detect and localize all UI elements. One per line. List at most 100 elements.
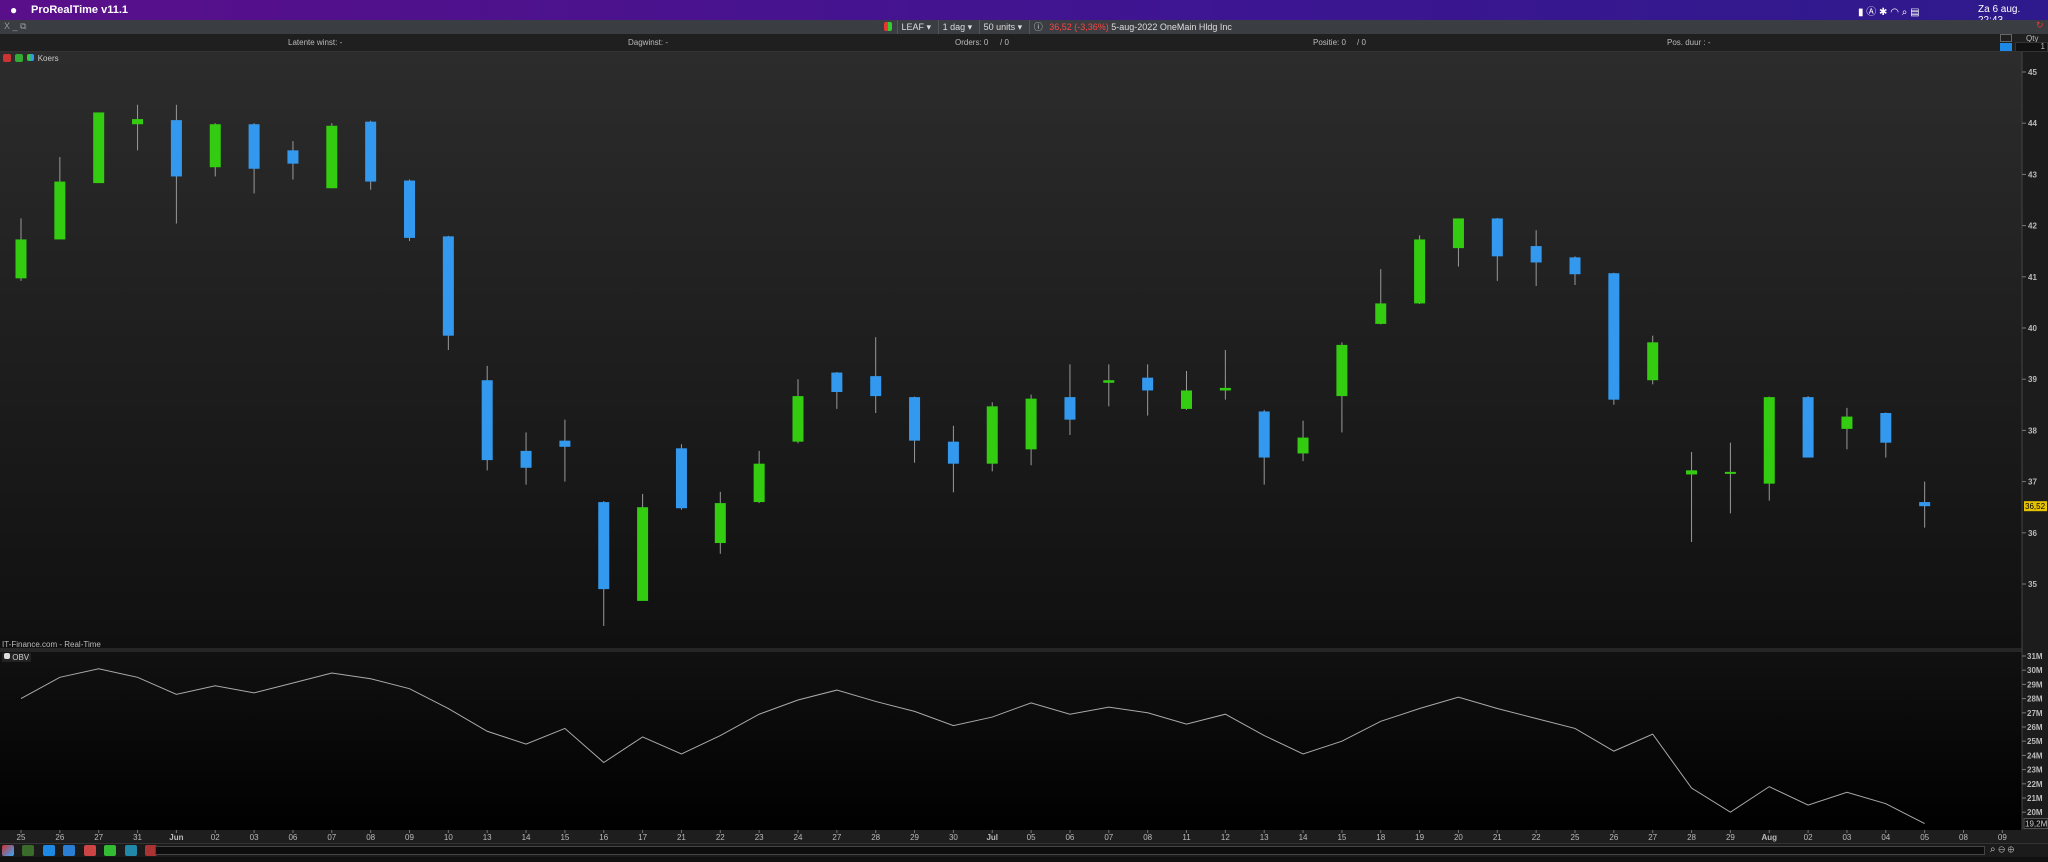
x-tick-label: 06 xyxy=(1065,833,1074,842)
candle-body xyxy=(1336,344,1348,397)
scrollbar[interactable] xyxy=(155,846,1985,855)
x-tick-label: 08 xyxy=(1959,833,1968,842)
candle-body xyxy=(170,120,182,177)
indicator-icon[interactable] xyxy=(22,845,35,856)
obv-tick-label: 26M xyxy=(2027,723,2043,732)
info-icon[interactable]: ⓘ xyxy=(1028,20,1047,34)
drawing-tool-icon[interactable] xyxy=(2,845,14,856)
obv-tick-label: 25M xyxy=(2027,737,2043,746)
x-tick-label: 29 xyxy=(1726,833,1735,842)
x-tick-label: Jul xyxy=(986,833,998,842)
x-tick-label: 09 xyxy=(1998,833,2007,842)
y-tick-label: 37 xyxy=(2028,478,2037,487)
x-tick-label: 19 xyxy=(1415,833,1424,842)
candle-body xyxy=(442,236,454,336)
candle-body xyxy=(1569,257,1581,275)
obv-legend[interactable]: OBV xyxy=(2,653,32,662)
x-tick-label: 06 xyxy=(288,833,297,842)
company-name: OneMain Hldg Inc xyxy=(1159,22,1232,32)
chart-area[interactable]: 45 44 43 42 41 40 39 38 37 36 35 36,52 31M 30M 29M 28M 2… xyxy=(0,52,2048,857)
qty-input[interactable]: 1 xyxy=(2015,42,2048,52)
x-tick-label: 08 xyxy=(1143,833,1152,842)
keyboard-icon[interactable] xyxy=(2000,43,2012,51)
x-tick-label: 02 xyxy=(211,833,220,842)
close-panel-icon[interactable] xyxy=(3,54,11,62)
calculator-icon[interactable] xyxy=(83,845,96,856)
candle-body xyxy=(326,125,338,189)
y-tick-label: 35 xyxy=(2028,580,2037,589)
x-tick-label: 15 xyxy=(560,833,569,842)
orders-total[interactable]: / 0 xyxy=(1000,38,1009,47)
x-tick-label: 31 xyxy=(133,833,142,842)
x-tick-label: 21 xyxy=(677,833,686,842)
ticker-select[interactable]: LEAF ▾ xyxy=(896,20,936,34)
candle-body xyxy=(1103,380,1115,383)
candle-body xyxy=(1064,397,1076,420)
candle-body xyxy=(870,376,882,397)
app-title[interactable]: ProRealTime v11.1 xyxy=(31,4,128,16)
candle-body xyxy=(1841,416,1853,429)
x-tick-label: 07 xyxy=(1104,833,1113,842)
date-axis xyxy=(0,830,2048,843)
x-tick-label: 05 xyxy=(1920,833,1929,842)
orders-count[interactable]: Orders: 0 xyxy=(955,38,988,47)
candle-body xyxy=(1297,437,1309,454)
x-tick-label: 27 xyxy=(832,833,841,842)
candle-body xyxy=(986,406,998,464)
x-tick-label: Aug xyxy=(1761,833,1777,842)
candle-body xyxy=(1608,273,1620,400)
x-tick-label: 22 xyxy=(1532,833,1541,842)
y-tick-label: 38 xyxy=(2028,426,2037,435)
candle-body xyxy=(598,502,610,590)
x-tick-label: 07 xyxy=(327,833,336,842)
y-tick-label: 36 xyxy=(2028,529,2037,538)
y-tick-label: 43 xyxy=(2028,170,2037,179)
candle-body xyxy=(132,119,144,125)
x-tick-label: 29 xyxy=(910,833,919,842)
price-change: 36,52 (-3,36%) xyxy=(1049,22,1109,32)
obv-panel xyxy=(0,652,2022,830)
chart-type-icon[interactable] xyxy=(884,22,892,31)
x-tick-label: 22 xyxy=(716,833,725,842)
x-tick-label: 23 xyxy=(755,833,764,842)
obv-tick-label: 20M xyxy=(2027,808,2043,817)
status-icons[interactable]: ▮ Ⓐ ✱ ◠ ⌕ ▤ xyxy=(1858,3,1920,18)
y-tick-label: 42 xyxy=(2028,222,2037,231)
x-tick-label: 04 xyxy=(1881,833,1890,842)
current-price-label: 36,52 xyxy=(2025,502,2046,511)
x-tick-label: 03 xyxy=(250,833,259,842)
candle-body xyxy=(1142,377,1154,391)
x-tick-label: 26 xyxy=(1609,833,1618,842)
x-tick-label: Jun xyxy=(169,833,183,842)
position-count[interactable]: Positie: 0 xyxy=(1313,38,1346,47)
sync-icon[interactable]: ↻ xyxy=(2036,20,2044,31)
obv-tick-label: 23M xyxy=(2027,766,2043,775)
menu-bar: ● ProRealTime v11.1 ▮ Ⓐ ✱ ◠ ⌕ ▤ Za 6 aug… xyxy=(0,0,2048,26)
x-tick-label: 17 xyxy=(638,833,647,842)
candle-body xyxy=(675,448,687,509)
tool-icon[interactable] xyxy=(2000,34,2012,42)
add-indicator-icon[interactable] xyxy=(15,54,24,62)
y-tick-label: 39 xyxy=(2028,375,2037,384)
x-tick-label: 26 xyxy=(55,833,64,842)
x-tick-label: 21 xyxy=(1493,833,1502,842)
position-total[interactable]: / 0 xyxy=(1357,38,1366,47)
screener-icon[interactable] xyxy=(104,845,117,856)
window-controls[interactable]: X _ ⧉ xyxy=(4,21,26,32)
candle-body xyxy=(792,396,804,442)
latent-profit: Latente winst: - xyxy=(288,38,343,47)
price-panel xyxy=(0,52,2022,648)
period-select[interactable]: 1 dag ▾ xyxy=(937,20,977,34)
share-icon[interactable] xyxy=(42,845,55,856)
candle-body xyxy=(1181,390,1192,409)
units-select[interactable]: 50 units ▾ xyxy=(978,20,1027,34)
panel-separator[interactable] xyxy=(0,648,2022,652)
zoom-icons[interactable]: ⌕ ⊖ ⊕ xyxy=(1990,844,2014,855)
candle-body xyxy=(287,150,299,164)
x-tick-label: 30 xyxy=(949,833,958,842)
copy-icon[interactable] xyxy=(63,845,76,856)
window-icon[interactable] xyxy=(124,845,137,856)
apple-icon[interactable]: ● xyxy=(10,3,17,17)
obv-tick-label: 27M xyxy=(2027,709,2043,718)
koers-label[interactable]: Koers xyxy=(38,54,59,63)
